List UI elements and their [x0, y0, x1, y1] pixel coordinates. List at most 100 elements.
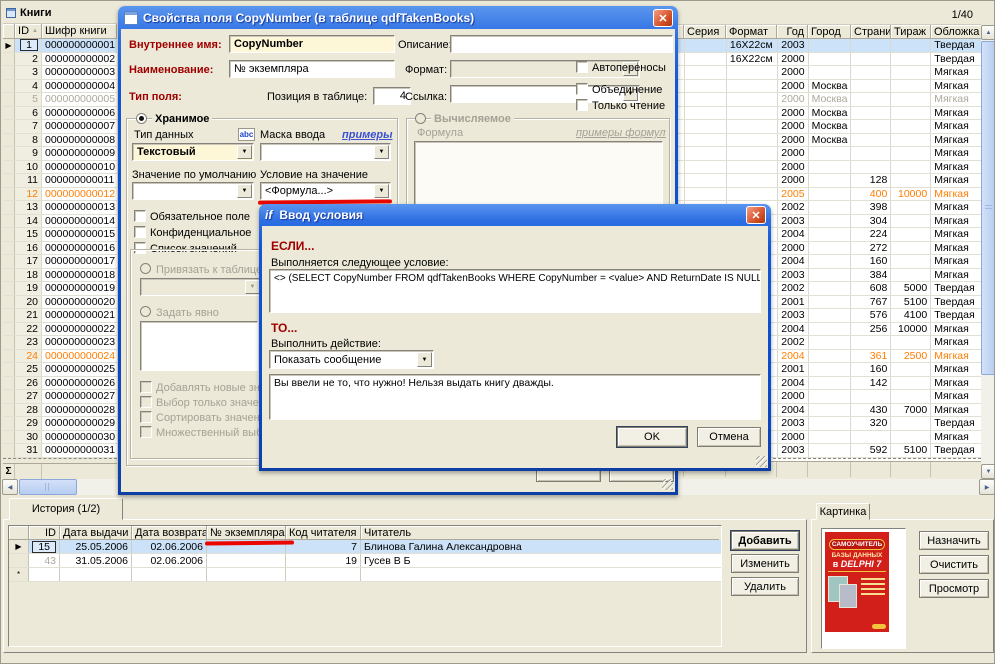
grid-row[interactable]: 2000Мягкая [678, 66, 981, 80]
clear-button[interactable]: Очистить [919, 555, 989, 574]
stored-radio[interactable] [136, 113, 147, 124]
add-button[interactable]: Добавить [731, 531, 799, 550]
grid-row[interactable]: 2000Мягкая [678, 147, 981, 161]
book-row[interactable]: 17000000000017 [3, 255, 117, 269]
dropdown-arrow-icon[interactable]: ▼ [237, 145, 252, 159]
series-column-header[interactable]: Серия [684, 25, 726, 39]
book-row[interactable]: 7000000000007 [3, 120, 117, 134]
message-field[interactable]: Вы ввели не то, что нужно! Нельзя выдать… [269, 374, 761, 420]
book-row[interactable]: 20000000000020 [3, 296, 117, 310]
dropdown-arrow-icon[interactable]: ▼ [245, 280, 260, 294]
close-icon[interactable]: ✕ [746, 206, 766, 224]
dropdown-arrow-icon[interactable]: ▼ [374, 184, 389, 198]
book-row[interactable]: ▶1000000000001 [3, 39, 117, 53]
vertical-scroll-thumb[interactable] [981, 41, 995, 375]
ok-button[interactable]: OK [617, 427, 687, 447]
bind-table-dropdown[interactable]: ▼ [140, 278, 262, 296]
vertical-scrollbar[interactable]: ▲ ▼ [981, 25, 995, 479]
default-value-dropdown[interactable]: ▼ [132, 182, 254, 200]
computed-radio[interactable] [415, 113, 426, 124]
book-row[interactable]: 24000000000024 [3, 350, 117, 364]
action-dropdown[interactable]: Показать сообщение▼ [269, 350, 434, 369]
grid-row[interactable]: 200540010000Мягкая [678, 188, 981, 202]
book-row[interactable]: 16000000000016 [3, 242, 117, 256]
city-column-header[interactable]: Город [808, 25, 851, 39]
readonly-checkbox[interactable] [576, 99, 588, 111]
dropdown-arrow-icon[interactable]: ▼ [417, 352, 432, 367]
book-row[interactable]: 4000000000004 [3, 80, 117, 94]
history-row[interactable]: ▶1525.05.200602.06.20067Блинова Галина А… [9, 540, 721, 554]
book-row[interactable]: 8000000000008 [3, 134, 117, 148]
book-row[interactable]: 13000000000013 [3, 201, 117, 215]
condition-expression-field[interactable]: <> (SELECT CopyNumber FROM qdfTakenBooks… [269, 269, 761, 313]
condition-dialog-titlebar[interactable]: if Ввод условия [259, 204, 771, 226]
explicit-radio[interactable] [140, 306, 151, 317]
history-issued-header[interactable]: Дата выдачи▲ [60, 526, 132, 540]
history-id-header[interactable]: ID [29, 526, 60, 540]
year-column-header[interactable]: Год [777, 25, 808, 39]
autowrap-checkbox[interactable] [576, 61, 588, 73]
book-row[interactable]: 14000000000014 [3, 215, 117, 229]
history-copy-header[interactable]: № экземпляра [207, 526, 286, 540]
book-row[interactable]: 6000000000006 [3, 107, 117, 121]
dropdown-arrow-icon[interactable]: ▼ [237, 184, 252, 198]
condition-dropdown[interactable]: <Формула...>▼ [260, 182, 391, 200]
datatype-dropdown[interactable]: Текстовый▼ [132, 143, 254, 161]
book-row[interactable]: 12000000000012 [3, 188, 117, 202]
explicit-values-area[interactable] [140, 321, 258, 371]
book-row[interactable]: 23000000000023 [3, 336, 117, 350]
display-name-field[interactable]: № экземпляра [229, 60, 395, 78]
bind-table-radio[interactable] [140, 263, 151, 274]
format-column-header[interactable]: Формат [726, 25, 777, 39]
book-row[interactable]: 28000000000028 [3, 404, 117, 418]
pages-column-header[interactable]: Страниц [851, 25, 891, 39]
scroll-right-button[interactable]: ▶ [979, 479, 995, 495]
mask-examples-link[interactable]: примеры [342, 129, 393, 141]
id-column-header[interactable]: ID▲ [15, 24, 42, 39]
tab-history[interactable]: История (1/2) [9, 498, 123, 520]
scroll-up-button[interactable]: ▲ [981, 25, 995, 40]
grid-row[interactable]: 2000128Мягкая [678, 174, 981, 188]
scroll-down-button[interactable]: ▼ [981, 464, 995, 479]
book-row[interactable]: 31000000000031 [3, 444, 117, 458]
only-values-checkbox[interactable] [140, 396, 152, 408]
grid-row[interactable]: 2000МоскваМягкая [678, 80, 981, 94]
book-row[interactable]: 27000000000027 [3, 390, 117, 404]
multi-select-checkbox[interactable] [140, 426, 152, 438]
confidential-checkbox[interactable] [134, 226, 146, 238]
book-row[interactable]: 21000000000021 [3, 309, 117, 323]
book-row[interactable]: 29000000000029 [3, 417, 117, 431]
book-row[interactable]: 18000000000018 [3, 269, 117, 283]
book-row[interactable]: 26000000000026 [3, 377, 117, 391]
description-field[interactable] [450, 35, 673, 53]
book-row[interactable]: 30000000000030 [3, 431, 117, 445]
book-row[interactable]: 25000000000025 [3, 363, 117, 377]
tab-picture[interactable]: Картинка [816, 503, 870, 520]
cipher-column-header[interactable]: Шифр книги [42, 24, 117, 39]
formula-examples-link[interactable]: примеры формул [576, 127, 666, 139]
cover-column-header[interactable]: Обложка [931, 25, 981, 39]
required-checkbox[interactable] [134, 210, 146, 222]
mask-dropdown[interactable]: ▼ [260, 143, 391, 161]
history-reader-header[interactable]: Читатель [361, 526, 719, 540]
grid-row[interactable]: 2000Мягкая [678, 161, 981, 175]
resize-grip[interactable] [756, 456, 767, 467]
book-row[interactable]: 5000000000005 [3, 93, 117, 107]
add-new-checkbox[interactable] [140, 381, 152, 393]
internal-name-field[interactable]: CopyNumber [229, 35, 395, 53]
history-new-row[interactable]: * [9, 568, 721, 582]
close-icon[interactable]: ✕ [653, 9, 673, 27]
scroll-left-button[interactable]: ◀ [2, 479, 18, 495]
grid-row[interactable]: 2000МоскваМягкая [678, 93, 981, 107]
horizontal-scroll-thumb[interactable] [19, 479, 77, 495]
book-row[interactable]: 19000000000019 [3, 282, 117, 296]
book-row[interactable]: 15000000000015 [3, 228, 117, 242]
book-row[interactable]: 9000000000009 [3, 147, 117, 161]
book-row[interactable]: 3000000000003 [3, 66, 117, 80]
grid-row[interactable]: 2000МоскваМягкая [678, 120, 981, 134]
delete-button[interactable]: Удалить [731, 577, 799, 596]
cancel-button[interactable]: Отмена [697, 427, 761, 447]
history-returned-header[interactable]: Дата возврата [132, 526, 207, 540]
dropdown-arrow-icon[interactable]: ▼ [374, 145, 389, 159]
history-reader-id-header[interactable]: Код читателя [286, 526, 361, 540]
